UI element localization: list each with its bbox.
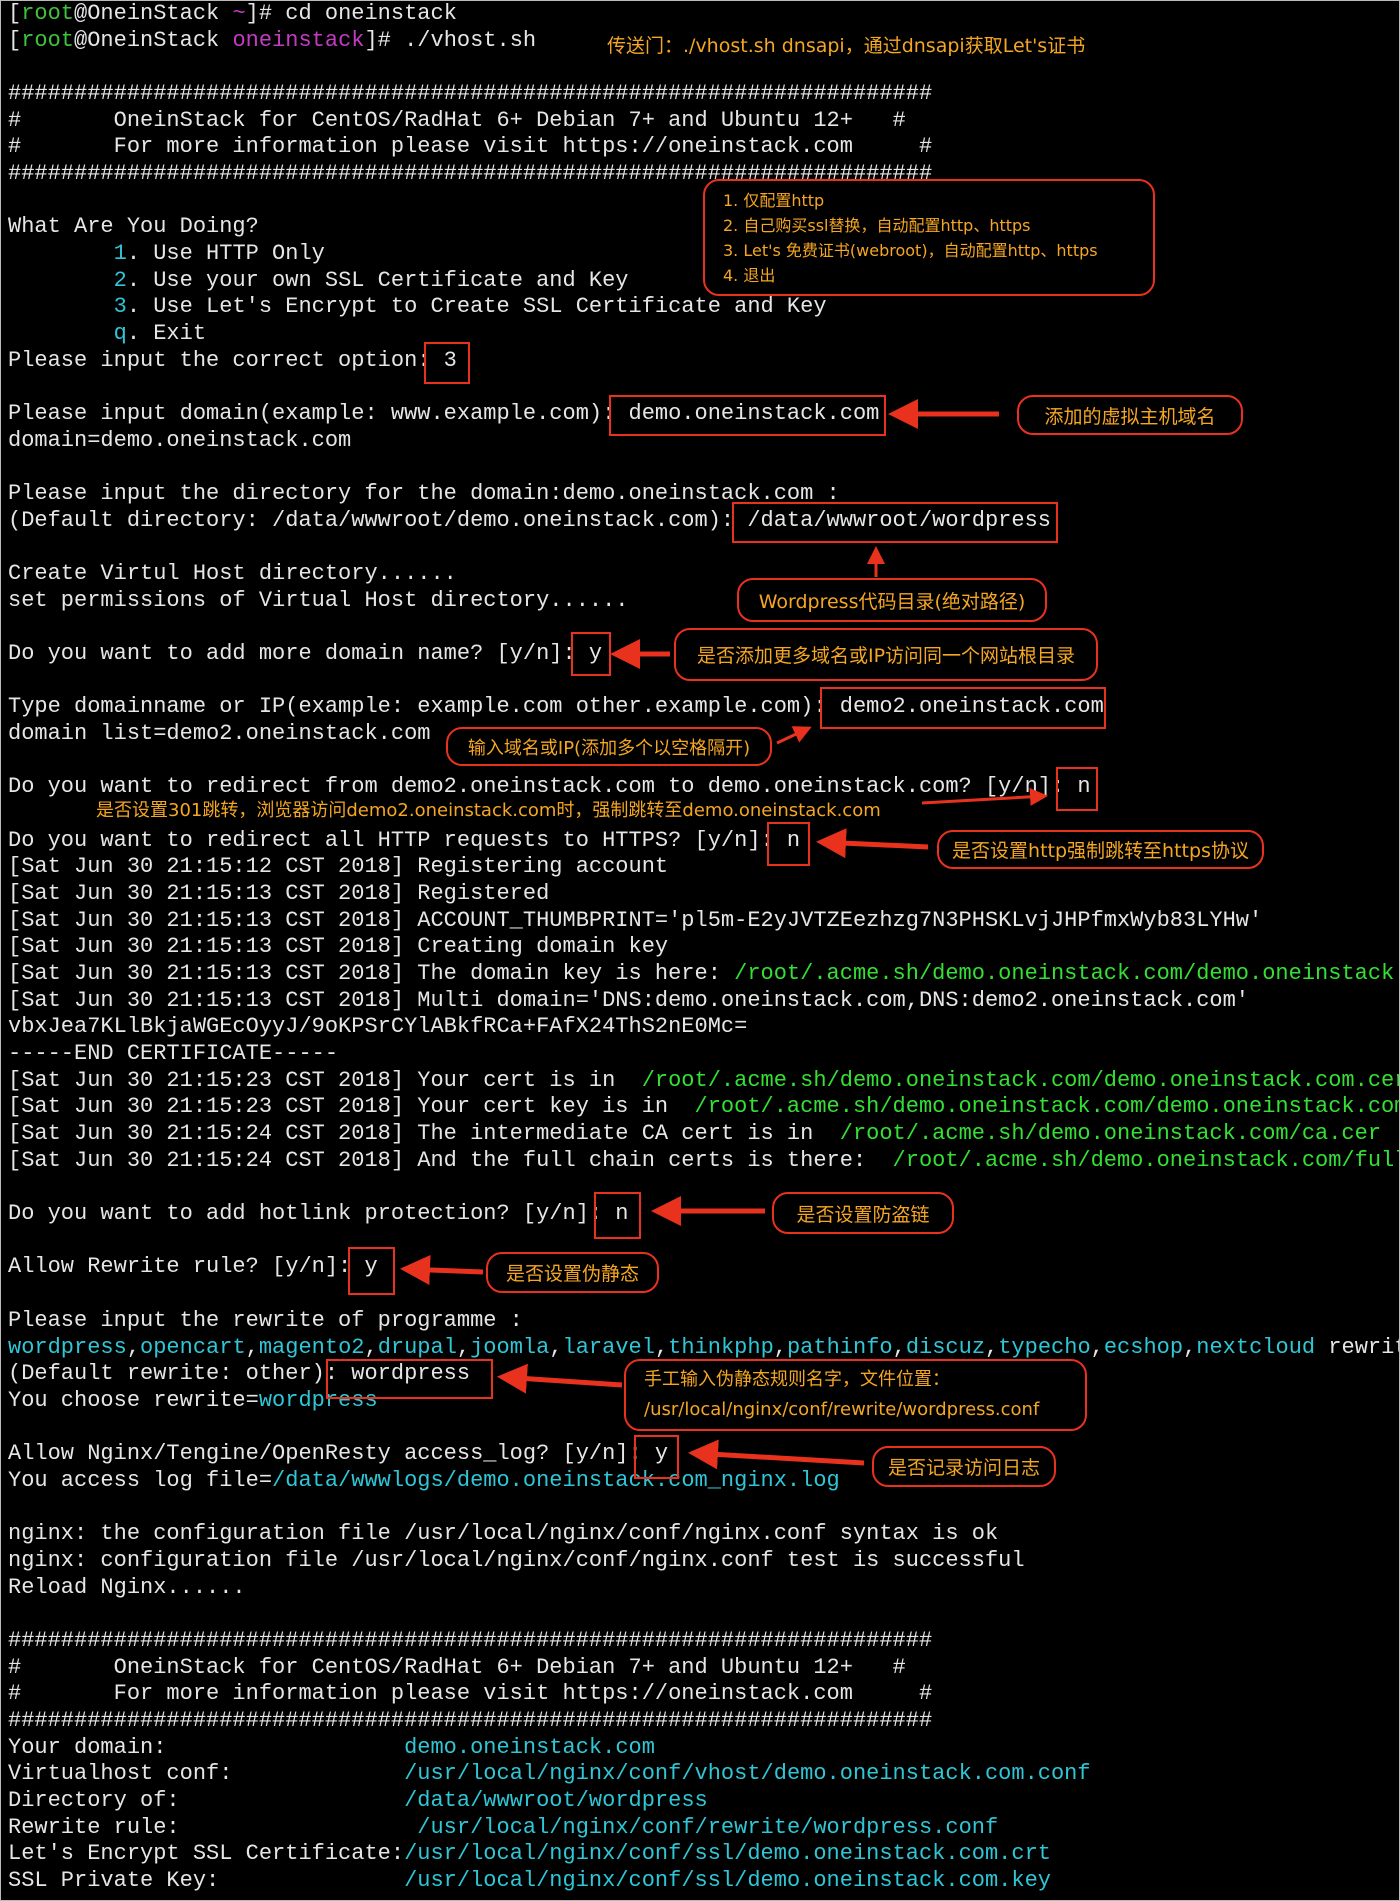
arrow-icon (776, 726, 812, 745)
arrows-layer (400, 399, 1048, 1470)
terminal-window: [root@OneinStack ~]# cd oneinstack [root@… (0, 0, 1400, 1901)
arrow-icon (816, 828, 929, 859)
arrow-icon (400, 1254, 484, 1285)
arrow-icon (688, 1439, 865, 1470)
arrow-icon (497, 1363, 623, 1394)
arrow-icon (921, 787, 1048, 806)
